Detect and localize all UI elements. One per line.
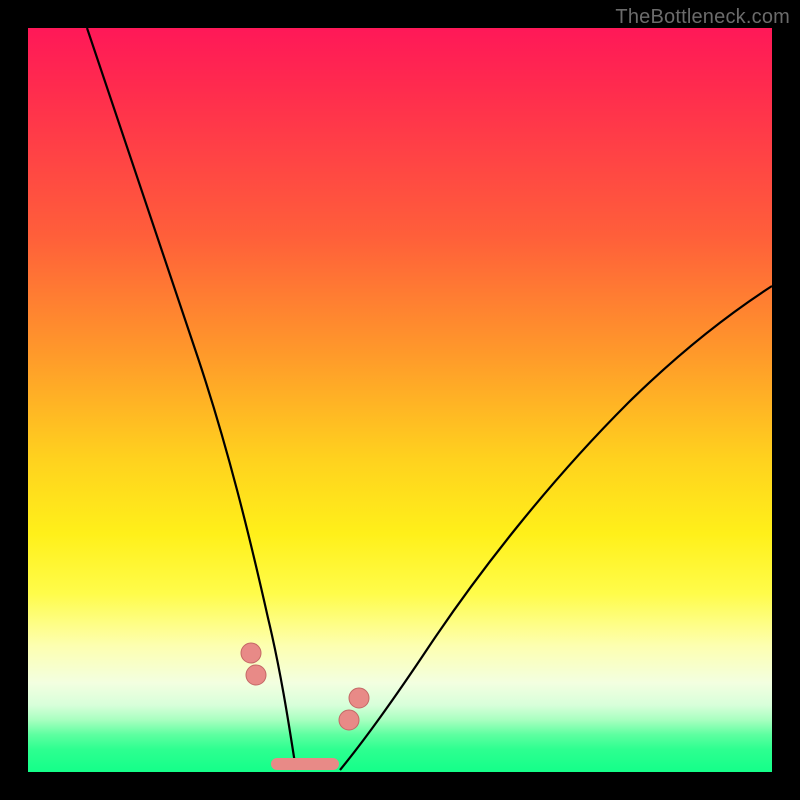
left-lower-dot — [246, 665, 266, 685]
curve-layer — [28, 28, 772, 772]
plot-area — [28, 28, 772, 772]
left-curve — [87, 28, 296, 770]
right-lower-dot — [339, 710, 359, 730]
watermark-text: TheBottleneck.com — [615, 6, 790, 29]
outer-frame: TheBottleneck.com — [0, 0, 800, 800]
right-upper-dot — [349, 688, 369, 708]
left-upper-dot — [241, 643, 261, 663]
right-curve — [340, 286, 772, 770]
